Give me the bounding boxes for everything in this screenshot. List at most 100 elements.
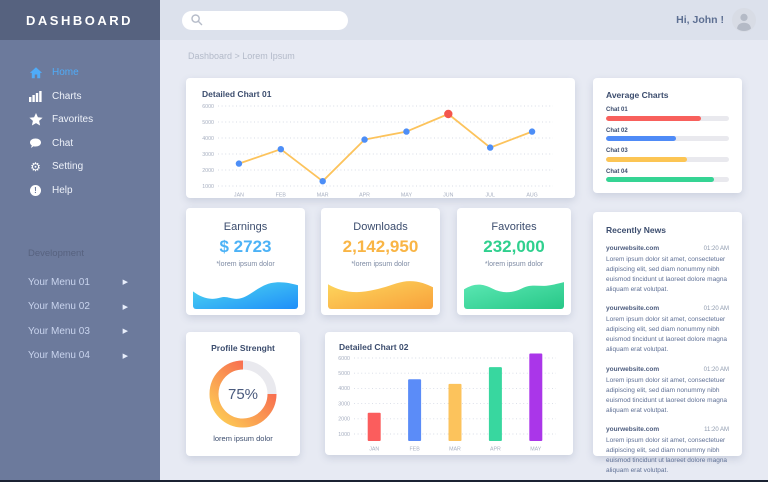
progress-row: Chat 02 [606, 128, 729, 142]
sidebar-item-label: Home [52, 67, 79, 78]
news-source: yourwebsite.com [606, 305, 659, 312]
user-greeting: Hi, John ! [676, 14, 724, 26]
chevron-right-icon: ▶ [123, 352, 128, 360]
svg-text:APR: APR [359, 193, 370, 199]
detailed-chart-02-card: Detailed Chart 02 1000200030004000500060… [325, 332, 573, 455]
detailed-chart-01-card: Detailed Chart 01 1000200030004000500060… [186, 78, 575, 198]
area-sparkline [464, 278, 564, 309]
area-sparkline [328, 278, 433, 309]
svg-text:MAY: MAY [401, 193, 413, 199]
stat-caption: *lorem ipsum dolor [457, 261, 571, 268]
progress-fill [606, 136, 676, 141]
sidebar-dev-menu: Your Menu 01 ▶ Your Menu 02 ▶ Your Menu … [0, 270, 160, 368]
sidebar-item-label: Your Menu 04 [28, 350, 90, 361]
progress-fill [606, 116, 701, 121]
sidebar-item-label: Your Menu 01 [28, 277, 90, 288]
sidebar-item-label: Your Menu 02 [28, 301, 90, 312]
sidebar-item-label: Charts [52, 91, 81, 102]
news-item[interactable]: yourwebsite.com 01:20 AM Lorem ipsum dol… [606, 245, 729, 295]
chart-title: Detailed Chart 01 [186, 78, 575, 99]
topbar: Hi, John ! [160, 0, 768, 40]
svg-text:MAR: MAR [449, 447, 461, 453]
progress-label: Chat 04 [606, 169, 729, 175]
search-input[interactable] [204, 14, 328, 26]
sidebar-item-label: Favorites [52, 114, 93, 125]
donut-percent: 75% [206, 357, 280, 431]
stat-value: 2,142,950 [321, 237, 440, 257]
svg-text:1000: 1000 [338, 432, 350, 438]
sidebar-item-your-menu-01[interactable]: Your Menu 01 ▶ [0, 270, 160, 295]
help-icon: ! [28, 183, 43, 197]
stat-value: 232,000 [457, 237, 571, 257]
news-time: 01:20 AM [704, 306, 729, 312]
progress-track [606, 177, 729, 182]
user-area: Hi, John ! [676, 8, 756, 32]
chevron-right-icon: ▶ [123, 303, 128, 311]
news-time: 11:20 AM [704, 427, 729, 433]
stat-title: Downloads [321, 221, 440, 233]
progress-row: Chat 04 [606, 169, 729, 183]
donut-chart: 75% [206, 357, 280, 431]
progress-track [606, 116, 729, 121]
search-bar[interactable] [182, 11, 348, 30]
sidebar-item-home[interactable]: Home [0, 61, 160, 85]
sidebar-item-label: Help [52, 185, 73, 196]
sidebar-item-label: Your Menu 03 [28, 326, 90, 337]
home-icon [28, 66, 43, 80]
svg-text:JUL: JUL [485, 193, 494, 199]
progress-fill [606, 177, 714, 182]
area-sparkline [193, 278, 298, 309]
downloads-card: Downloads 2,142,950 *lorem ipsum dolor [321, 208, 440, 315]
stat-caption: *lorem ipsum dolor [321, 261, 440, 268]
progress-label: Chat 03 [606, 148, 729, 154]
svg-text:1000: 1000 [202, 184, 214, 190]
charts-icon [28, 89, 43, 103]
progress-row: Chat 03 [606, 148, 729, 162]
progress-label: Chat 02 [606, 128, 729, 134]
star-icon [28, 113, 43, 127]
recently-news-card: Recently News yourwebsite.com 01:20 AM L… [593, 212, 742, 456]
sidebar-item-charts[interactable]: Charts [0, 85, 160, 109]
news-source: yourwebsite.com [606, 426, 659, 433]
stat-title: Favorites [457, 221, 571, 233]
sidebar-item-label: Chat [52, 138, 73, 149]
progress-row: Chat 01 [606, 107, 729, 121]
svg-text:3000: 3000 [202, 152, 214, 158]
sidebar-item-setting[interactable]: ⚙ Setting [0, 155, 160, 179]
news-time: 01:20 AM [704, 367, 729, 373]
svg-text:6000: 6000 [338, 356, 350, 362]
sidebar-item-your-menu-02[interactable]: Your Menu 02 ▶ [0, 295, 160, 320]
sidebar: DASHBOARD Home Charts Favorites [0, 0, 160, 482]
chart-title: Detailed Chart 02 [325, 332, 573, 352]
line-chart-svg: 100020003000400050006000JANFEBMARAPRMAYJ… [194, 101, 567, 199]
news-item[interactable]: yourwebsite.com 01:20 AM Lorem ipsum dol… [606, 366, 729, 416]
news-item[interactable]: yourwebsite.com 01:20 AM Lorem ipsum dol… [606, 305, 729, 355]
news-body: Lorem ipsum dolor sit amet, consectetuer… [606, 255, 729, 295]
sidebar-header: DASHBOARD [0, 0, 160, 40]
svg-text:JAN: JAN [369, 447, 379, 453]
average-charts-card: Average Charts Chat 01 Chat 02 Chat 03 C… [593, 78, 742, 193]
news-body: Lorem ipsum dolor sit amet, consectetuer… [606, 436, 729, 476]
gear-icon: ⚙ [28, 160, 43, 174]
chat-icon [28, 136, 43, 150]
panel-caption: lorem ipsum dolor [186, 434, 300, 443]
svg-text:JUN: JUN [443, 193, 453, 199]
svg-text:MAR: MAR [317, 193, 329, 199]
svg-text:MAY: MAY [530, 447, 542, 453]
svg-text:APR: APR [490, 447, 501, 453]
svg-text:6000: 6000 [202, 104, 214, 110]
news-item[interactable]: yourwebsite.com 11:20 AM Lorem ipsum dol… [606, 426, 729, 476]
sidebar-item-chat[interactable]: Chat [0, 132, 160, 156]
sidebar-item-your-menu-04[interactable]: Your Menu 04 ▶ [0, 344, 160, 369]
sidebar-item-help[interactable]: ! Help [0, 179, 160, 203]
panel-title: Profile Strenght [186, 343, 300, 353]
app-title: DASHBOARD [26, 13, 133, 28]
avatar[interactable] [732, 8, 756, 32]
news-source: yourwebsite.com [606, 366, 659, 373]
svg-text:5000: 5000 [202, 120, 214, 126]
svg-text:AUG: AUG [526, 193, 537, 199]
progress-track [606, 157, 729, 162]
sidebar-item-favorites[interactable]: Favorites [0, 108, 160, 132]
earnings-card: Earnings $ 2723 *lorem ipsum dolor [186, 208, 305, 315]
sidebar-item-your-menu-03[interactable]: Your Menu 03 ▶ [0, 319, 160, 344]
